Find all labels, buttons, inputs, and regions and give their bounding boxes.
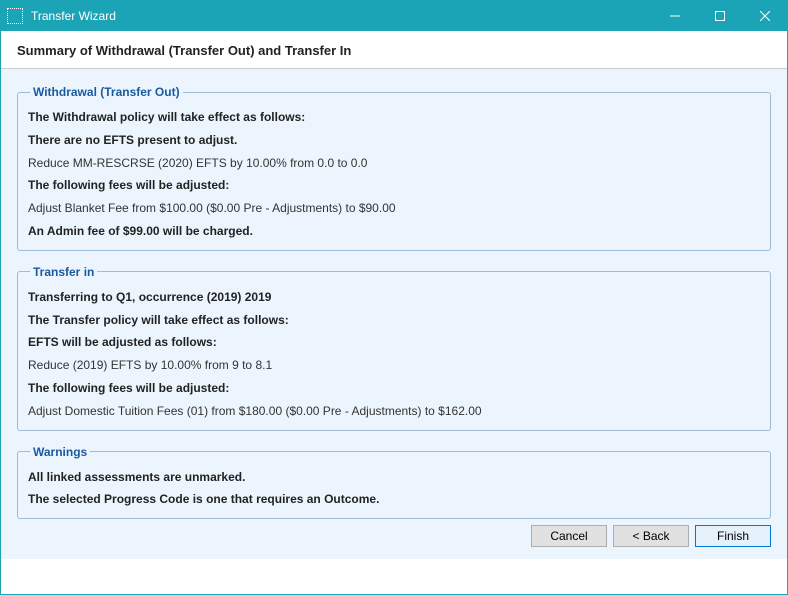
wizard-header: Summary of Withdrawal (Transfer Out) and… <box>1 31 787 69</box>
wizard-button-bar: Cancel < Back Finish <box>531 525 771 547</box>
app-icon <box>7 8 23 24</box>
withdrawal-no-efts: There are no EFTS present to adjust. <box>28 132 760 149</box>
withdrawal-legend: Withdrawal (Transfer Out) <box>30 85 183 99</box>
titlebar: Transfer Wizard <box>1 1 787 31</box>
transfer-target: Transferring to Q1, occurrence (2019) 20… <box>28 289 760 306</box>
transfer-efts-header: EFTS will be adjusted as follows: <box>28 334 760 351</box>
warning-assessments: All linked assessments are unmarked. <box>28 469 760 486</box>
withdrawal-policy-header: The Withdrawal policy will take effect a… <box>28 109 760 126</box>
close-button[interactable] <box>742 1 787 31</box>
window-title: Transfer Wizard <box>31 9 652 23</box>
warnings-legend: Warnings <box>30 445 90 459</box>
warning-progress-code: The selected Progress Code is one that r… <box>28 491 760 508</box>
transfer-fees-header: The following fees will be adjusted: <box>28 380 760 397</box>
warnings-group: Warnings All linked assessments are unma… <box>17 445 771 520</box>
page-title: Summary of Withdrawal (Transfer Out) and… <box>17 43 771 58</box>
window-controls <box>652 1 787 31</box>
minimize-button[interactable] <box>652 1 697 31</box>
cancel-button[interactable]: Cancel <box>531 525 607 547</box>
transfer-policy-header: The Transfer policy will take effect as … <box>28 312 760 329</box>
withdrawal-group: Withdrawal (Transfer Out) The Withdrawal… <box>17 85 771 251</box>
close-icon <box>760 11 770 21</box>
finish-button[interactable]: Finish <box>695 525 771 547</box>
withdrawal-efts-reduce: Reduce MM-RESCRSE (2020) EFTS by 10.00% … <box>28 155 760 172</box>
transfer-in-group: Transfer in Transferring to Q1, occurren… <box>17 265 771 431</box>
transfer-fee-adjust: Adjust Domestic Tuition Fees (01) from $… <box>28 403 760 420</box>
maximize-icon <box>715 11 725 21</box>
maximize-button[interactable] <box>697 1 742 31</box>
withdrawal-admin-fee: An Admin fee of $99.00 will be charged. <box>28 223 760 240</box>
transfer-efts-reduce: Reduce (2019) EFTS by 10.00% from 9 to 8… <box>28 357 760 374</box>
content-area: Withdrawal (Transfer Out) The Withdrawal… <box>1 69 787 559</box>
back-button[interactable]: < Back <box>613 525 689 547</box>
withdrawal-fee-adjust: Adjust Blanket Fee from $100.00 ($0.00 P… <box>28 200 760 217</box>
withdrawal-fees-header: The following fees will be adjusted: <box>28 177 760 194</box>
transfer-in-legend: Transfer in <box>30 265 97 279</box>
minimize-icon <box>670 11 680 21</box>
